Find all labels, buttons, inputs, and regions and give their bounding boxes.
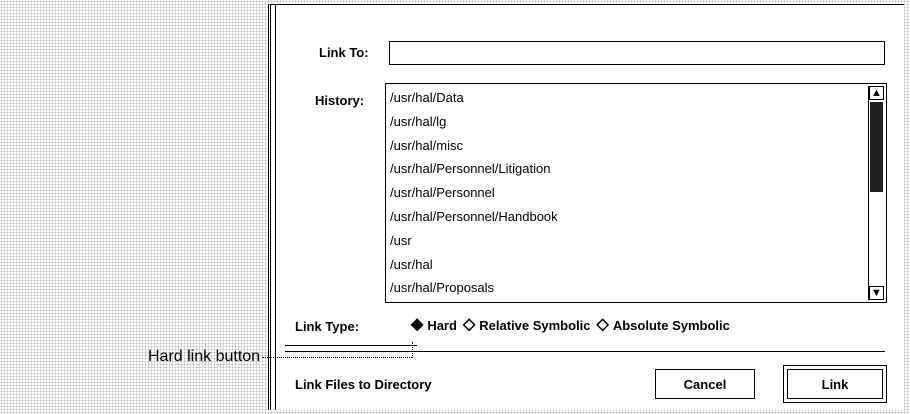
diamond-empty-icon: ◇ xyxy=(596,316,609,333)
link-to-label: Link To: xyxy=(319,45,369,60)
history-item[interactable]: /usr/hal/Proposals xyxy=(390,278,864,302)
diamond-filled-icon: ◆ xyxy=(411,316,424,333)
footer-title: Link Files to Directory xyxy=(295,377,432,392)
history-item[interactable]: /usr/hal/Personnel/Litigation xyxy=(390,159,864,183)
history-item[interactable]: /usr/hal/Data xyxy=(390,88,864,112)
separator xyxy=(285,351,885,352)
history-item[interactable]: /usr/hal/Personnel/Handbook xyxy=(390,207,864,231)
link-button[interactable]: Link xyxy=(783,365,887,403)
history-list-box[interactable]: /usr/hal/Data /usr/hal/lg /usr/hal/misc … xyxy=(385,83,887,303)
history-item[interactable]: /usr/hal/lg xyxy=(390,112,864,136)
radio-absolute-symbolic-label: Absolute Symbolic xyxy=(612,317,730,333)
radio-hard[interactable]: ◆ Hard xyxy=(411,317,457,333)
radio-relative-symbolic[interactable]: ◇ Relative Symbolic xyxy=(463,317,591,333)
link-dialog: Link To: History: /usr/hal/Data /usr/hal… xyxy=(268,4,904,410)
diamond-empty-icon: ◇ xyxy=(462,316,476,333)
history-item[interactable]: /usr/hal/Personnel xyxy=(390,183,864,207)
callout-leader-tick xyxy=(412,342,413,358)
history-item[interactable]: /usr/hal/misc xyxy=(390,136,864,160)
separator xyxy=(285,345,417,346)
radio-relative-symbolic-label: Relative Symbolic xyxy=(479,317,591,333)
callout-label: Hard link button xyxy=(148,348,261,365)
callout-leader-line xyxy=(262,357,412,358)
scroll-thumb[interactable] xyxy=(870,102,883,192)
scroll-up-arrow-icon[interactable]: ▲ xyxy=(869,86,884,100)
history-item[interactable]: /usr/hal xyxy=(390,255,864,279)
scroll-down-arrow-icon[interactable]: ▼ xyxy=(869,286,884,300)
history-item[interactable]: /usr xyxy=(390,231,864,255)
history-list: /usr/hal/Data /usr/hal/lg /usr/hal/misc … xyxy=(390,88,864,302)
radio-hard-label: Hard xyxy=(427,317,457,333)
radio-absolute-symbolic[interactable]: ◇ Absolute Symbolic xyxy=(597,317,730,333)
link-type-label: Link Type: xyxy=(295,319,360,334)
history-scrollbar[interactable]: ▲ ▼ xyxy=(868,86,884,300)
history-label: History: xyxy=(315,93,365,108)
link-to-input[interactable] xyxy=(389,41,885,65)
link-type-radio-group: ◆ Hard ◇ Relative Symbolic ◇ Absolute Sy… xyxy=(411,317,736,333)
cancel-button[interactable]: Cancel xyxy=(655,369,755,399)
